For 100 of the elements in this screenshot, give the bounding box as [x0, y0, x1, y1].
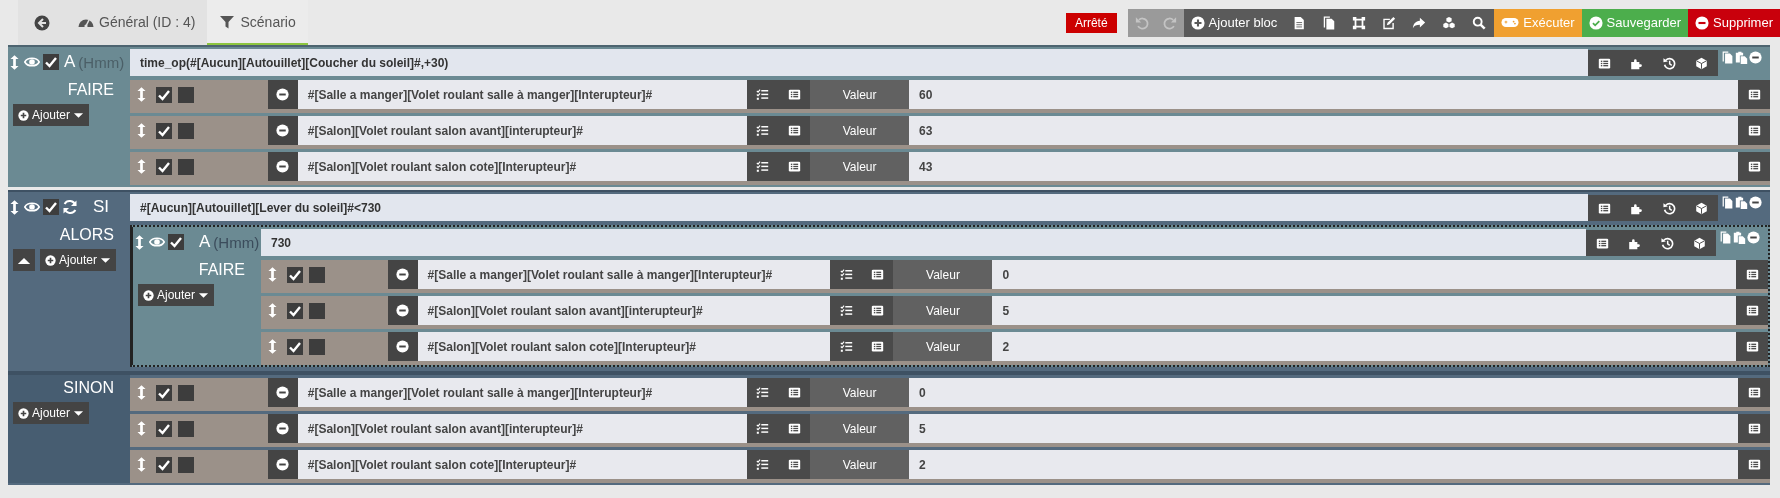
add-dropdown-button[interactable]: Ajouter	[40, 249, 117, 271]
command-field[interactable]: #[Salle a manger][Volet roulant salle à manger][Interupteur]#	[297, 378, 748, 407]
checkbox[interactable]	[178, 86, 194, 103]
checkbox[interactable]	[168, 234, 184, 250]
checkbox[interactable]	[178, 456, 194, 473]
copy-icon	[1720, 51, 1734, 64]
command-field[interactable]: #[Salle a manger][Volet roulant salle à manger][Interupteur]#	[297, 80, 748, 109]
checkbox[interactable]	[156, 158, 172, 175]
checkbox[interactable]	[156, 86, 172, 103]
command-field[interactable]: #[Salon][Volet roulant salon cote][Interupteur]#	[417, 332, 831, 361]
tab[interactable]: Scénario	[207, 0, 308, 45]
checkbox[interactable]	[287, 266, 303, 283]
remove-button[interactable]	[267, 450, 298, 479]
list-icon	[787, 88, 801, 101]
list-button[interactable]	[1736, 260, 1768, 289]
list-icon	[1745, 340, 1759, 353]
remove-button[interactable]	[267, 80, 298, 109]
paste-button[interactable]	[1734, 51, 1748, 64]
condition-field[interactable]: 730	[261, 229, 1586, 256]
value-label: Valeur	[893, 260, 993, 289]
remove-button[interactable]	[267, 378, 298, 407]
add-dropdown-button[interactable]: Ajouter	[13, 104, 90, 126]
copy-button[interactable]	[1720, 196, 1734, 209]
delete-button[interactable]: Supprimer	[1688, 8, 1780, 37]
plus-icon	[18, 109, 29, 121]
collapse-button[interactable]	[13, 249, 35, 271]
list-button[interactable]	[1738, 378, 1770, 407]
list-icon	[1597, 56, 1611, 70]
paste-button[interactable]	[1732, 231, 1746, 244]
value-field[interactable]: 63	[909, 116, 1738, 145]
check-icon	[1588, 15, 1603, 30]
checkbox[interactable]	[43, 54, 59, 70]
command-field[interactable]: #[Salon][Volet roulant salon cote][Interupteur]#	[297, 450, 748, 479]
value-field[interactable]: 2	[992, 332, 1736, 361]
drag-handle-icon	[268, 267, 277, 282]
list-icon	[1747, 124, 1761, 137]
remove-button[interactable]	[387, 332, 418, 361]
list-button[interactable]	[1736, 332, 1768, 361]
checkbox[interactable]	[287, 302, 303, 319]
list-icon	[787, 160, 801, 173]
command-field[interactable]: #[Salle a manger][Volet roulant salle à manger][Interupteur]#	[417, 260, 831, 289]
condition-field[interactable]: #[Aucun][Autouillet][Lever du soleil]#<730	[130, 194, 1588, 221]
checklist-icon	[839, 268, 853, 281]
remove-button[interactable]	[267, 414, 298, 443]
list-icon	[787, 422, 801, 435]
condition-field[interactable]: time_op(#[Aucun][Autouillet][Coucher du soleil]#,+30)	[130, 49, 1588, 76]
checkbox[interactable]	[178, 420, 194, 437]
remove-button[interactable]	[267, 116, 298, 145]
drag-handle-icon	[268, 303, 277, 318]
paste-button[interactable]	[1734, 196, 1748, 209]
list-button[interactable]	[1736, 296, 1768, 325]
command-field[interactable]: #[Salon][Volet roulant salon avant][interupteur]#	[297, 414, 748, 443]
add-dropdown-button[interactable]: Ajouter	[13, 402, 90, 424]
search-button[interactable]	[1464, 8, 1495, 37]
checkbox[interactable]	[178, 384, 194, 401]
checkbox[interactable]	[178, 122, 194, 139]
checkbox[interactable]	[287, 338, 303, 355]
command-field[interactable]: #[Salon][Volet roulant salon avant][interupteur]#	[297, 116, 748, 145]
drag-handle-icon	[137, 123, 146, 138]
remove-button[interactable]	[267, 152, 298, 181]
remove-button[interactable]	[387, 296, 418, 325]
puzzle-icon	[1630, 56, 1644, 70]
value-field[interactable]: 43	[909, 152, 1738, 181]
value-field[interactable]: 2	[909, 450, 1738, 479]
list-button[interactable]	[1738, 116, 1770, 145]
copy-icon	[1720, 196, 1734, 209]
checkbox[interactable]	[43, 199, 59, 215]
value-field[interactable]: 5	[909, 414, 1738, 443]
command-field[interactable]: #[Salon][Volet roulant salon avant][interupteur]#	[417, 296, 831, 325]
copy-button[interactable]	[1720, 51, 1734, 64]
value-field[interactable]: 0	[992, 260, 1736, 289]
list-icon	[871, 268, 885, 281]
command-field[interactable]: #[Salon][Volet roulant salon cote][Interupteur]#	[297, 152, 748, 181]
block-hint: (Hmm)	[213, 233, 260, 251]
value-field[interactable]: 0	[909, 378, 1738, 407]
list-icon	[871, 340, 885, 353]
checkbox[interactable]	[309, 266, 325, 283]
plus-icon	[143, 289, 154, 301]
list-button[interactable]	[1738, 80, 1770, 109]
checkbox[interactable]	[156, 122, 172, 139]
add-dropdown-button[interactable]: Ajouter	[138, 284, 215, 306]
remove-icon	[276, 386, 290, 399]
list-icon	[1745, 268, 1759, 281]
list-button[interactable]	[1738, 414, 1770, 443]
checkbox[interactable]	[309, 302, 325, 319]
section-label: FAIRE	[67, 81, 115, 99]
list-button[interactable]	[1738, 152, 1770, 181]
value-field[interactable]: 60	[909, 80, 1738, 109]
copy-button[interactable]	[1718, 231, 1732, 244]
checkbox[interactable]	[309, 338, 325, 355]
remove-button[interactable]	[387, 260, 418, 289]
remove-icon	[276, 160, 290, 173]
checkbox[interactable]	[156, 420, 172, 437]
list-button[interactable]	[1738, 450, 1770, 479]
checkbox[interactable]	[178, 158, 194, 175]
list-icon	[787, 386, 801, 399]
checkbox[interactable]	[156, 384, 172, 401]
add-block-button[interactable]: Ajouter bloc	[1183, 8, 1285, 37]
value-field[interactable]: 5	[992, 296, 1736, 325]
checkbox[interactable]	[156, 456, 172, 473]
